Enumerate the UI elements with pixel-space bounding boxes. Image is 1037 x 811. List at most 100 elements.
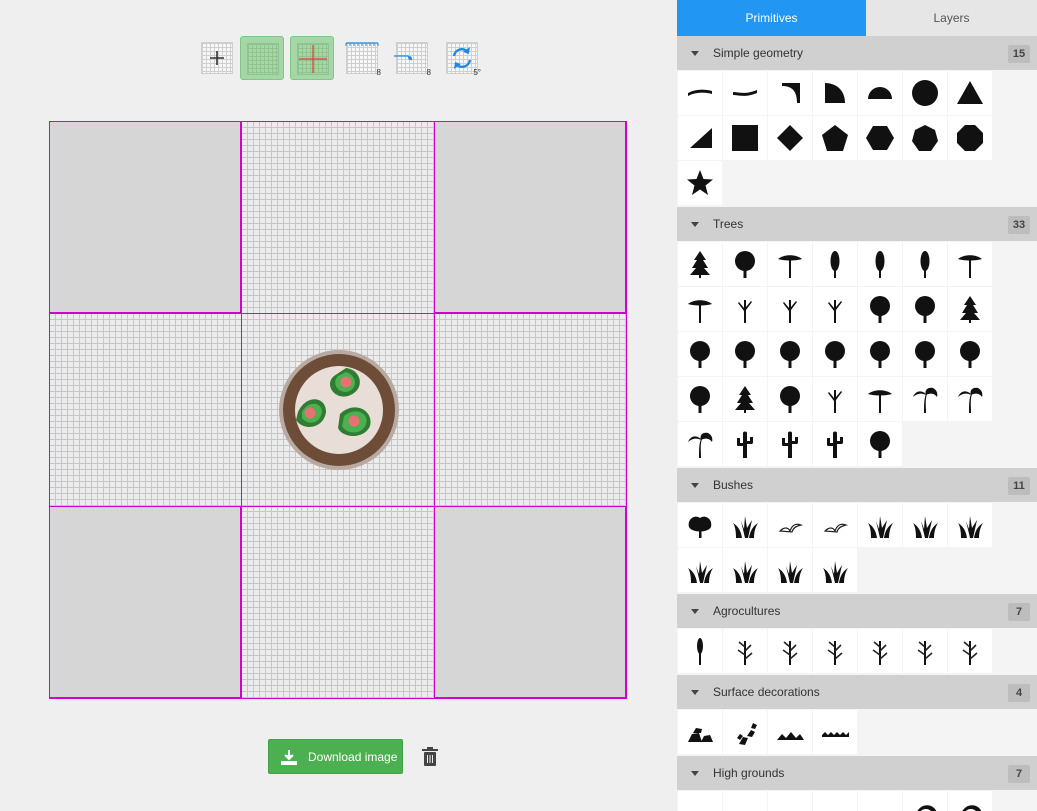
primitive-tree-9[interactable] <box>723 287 767 331</box>
primitive-tree-13[interactable] <box>903 287 947 331</box>
primitive-tree-5[interactable] <box>858 242 902 286</box>
primitive-tree-26[interactable] <box>858 377 902 421</box>
primitive-tree-1[interactable] <box>678 242 722 286</box>
primitive-crop-3[interactable] <box>768 629 812 673</box>
primitive-bush-6[interactable] <box>903 503 947 547</box>
primitive-tree-29[interactable] <box>678 422 722 466</box>
primitive-tree-25[interactable] <box>813 377 857 421</box>
primitive-tree-22[interactable] <box>678 377 722 421</box>
primitive-hill-5[interactable] <box>858 791 902 811</box>
primitive-bush-3[interactable] <box>768 503 812 547</box>
primitive-corner-curve[interactable] <box>768 71 812 115</box>
primitive-bush-11[interactable] <box>813 548 857 592</box>
primitive-rubble[interactable] <box>723 710 767 754</box>
primitive-hill-2[interactable] <box>723 791 767 811</box>
tab-primitives[interactable]: Primitives <box>677 0 866 36</box>
primitive-tree-20[interactable] <box>903 332 947 376</box>
primitive-curve-b[interactable] <box>723 71 767 115</box>
primitive-rocks[interactable] <box>678 710 722 754</box>
primitive-tree-11[interactable] <box>813 287 857 331</box>
primitive-waves[interactable] <box>813 710 857 754</box>
primitive-tree-31[interactable] <box>768 422 812 466</box>
primitive-tree-18[interactable] <box>813 332 857 376</box>
primitive-pentagon[interactable] <box>813 116 857 160</box>
primitive-tree-24[interactable] <box>768 377 812 421</box>
planter-object[interactable] <box>278 350 400 472</box>
primitive-bush-2[interactable] <box>723 503 767 547</box>
primitive-circle[interactable] <box>903 71 947 115</box>
primitive-half-circle[interactable] <box>858 71 902 115</box>
primitive-tree-2[interactable] <box>723 242 767 286</box>
primitive-bush-7[interactable] <box>948 503 992 547</box>
primitive-quarter-circle[interactable] <box>813 71 857 115</box>
primitive-tree-12[interactable] <box>858 287 902 331</box>
primitive-hill-3[interactable] <box>768 791 812 811</box>
primitive-octagon[interactable] <box>948 116 992 160</box>
primitive-diamond[interactable] <box>768 116 812 160</box>
section-header[interactable]: High grounds 7 <box>677 756 1037 790</box>
primitive-tree-32[interactable] <box>813 422 857 466</box>
section-header[interactable]: Agrocultures 7 <box>677 594 1037 628</box>
primitive-bush-1[interactable] <box>678 503 722 547</box>
primitive-tree-33[interactable] <box>858 422 902 466</box>
canvas-block-top-right[interactable] <box>434 121 626 313</box>
primitive-tree-7[interactable] <box>948 242 992 286</box>
primitive-tree-28[interactable] <box>948 377 992 421</box>
primitive-tree-30[interactable] <box>723 422 767 466</box>
primitive-bush-4[interactable] <box>813 503 857 547</box>
section-header[interactable]: Simple geometry 15 <box>677 36 1037 70</box>
canvas-block-bottom-left[interactable] <box>49 506 241 698</box>
primitive-tree-10[interactable] <box>768 287 812 331</box>
primitive-bush-9[interactable] <box>723 548 767 592</box>
primitive-bush-5[interactable] <box>858 503 902 547</box>
primitive-crop-4[interactable] <box>813 629 857 673</box>
primitive-hill-1[interactable] <box>678 791 722 811</box>
primitive-ridge[interactable] <box>768 710 812 754</box>
primitive-tree-21[interactable] <box>948 332 992 376</box>
primitive-square[interactable] <box>723 116 767 160</box>
canvas-block-bottom-right[interactable] <box>434 506 626 698</box>
primitive-tree-8[interactable] <box>678 287 722 331</box>
primitive-tree-14[interactable] <box>948 287 992 331</box>
primitive-tree-23[interactable] <box>723 377 767 421</box>
primitive-bush-8[interactable] <box>678 548 722 592</box>
trash-icon[interactable] <box>421 746 439 768</box>
primitive-hill-7[interactable] <box>948 791 992 811</box>
primitive-crop-7[interactable] <box>948 629 992 673</box>
primitive-tree-27[interactable] <box>903 377 947 421</box>
primitive-right-triangle[interactable] <box>678 116 722 160</box>
tab-layers[interactable]: Layers <box>866 0 1037 36</box>
hill-2-icon <box>731 799 759 811</box>
primitive-tree-3[interactable] <box>768 242 812 286</box>
snap-size-button[interactable]: 8 <box>390 36 434 80</box>
primitive-crop-6[interactable] <box>903 629 947 673</box>
add-tool-button[interactable] <box>195 36 239 80</box>
primitive-star[interactable] <box>678 161 722 205</box>
primitive-hexagon[interactable] <box>858 116 902 160</box>
rotate-step-button[interactable]: 5° <box>440 36 484 80</box>
primitive-tree-4[interactable] <box>813 242 857 286</box>
canvas-block-top-left[interactable] <box>49 121 241 313</box>
primitive-curve-a[interactable] <box>678 71 722 115</box>
download-image-button[interactable]: Download image <box>268 739 403 774</box>
primitive-tree-19[interactable] <box>858 332 902 376</box>
primitive-crop-2[interactable] <box>723 629 767 673</box>
primitive-hill-4[interactable] <box>813 791 857 811</box>
section-header[interactable]: Bushes 11 <box>677 468 1037 502</box>
primitive-crop-1[interactable] <box>678 629 722 673</box>
primitive-heptagon[interactable] <box>903 116 947 160</box>
drawing-canvas[interactable] <box>49 121 627 699</box>
primitive-tree-6[interactable] <box>903 242 947 286</box>
primitive-triangle[interactable] <box>948 71 992 115</box>
primitive-hill-6[interactable] <box>903 791 947 811</box>
primitive-crop-5[interactable] <box>858 629 902 673</box>
primitive-tree-15[interactable] <box>678 332 722 376</box>
ruler-size-button[interactable]: 8 <box>340 36 384 80</box>
primitive-bush-10[interactable] <box>768 548 812 592</box>
section-header[interactable]: Surface decorations 4 <box>677 675 1037 709</box>
crosshair-toggle-button[interactable] <box>290 36 334 80</box>
section-header[interactable]: Trees 33 <box>677 207 1037 241</box>
primitive-tree-16[interactable] <box>723 332 767 376</box>
grid-toggle-button[interactable] <box>240 36 284 80</box>
primitive-tree-17[interactable] <box>768 332 812 376</box>
